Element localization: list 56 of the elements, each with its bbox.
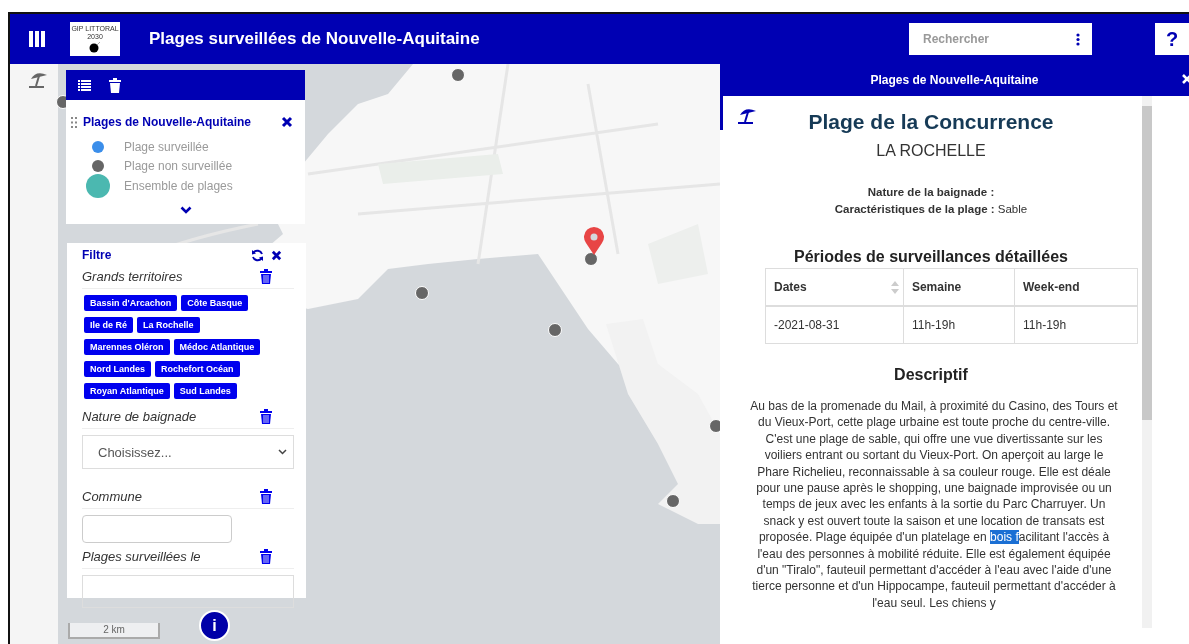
- clear-icon[interactable]: [260, 269, 272, 284]
- chevron-down-icon: [278, 449, 287, 455]
- territory-tag[interactable]: Côte Basque: [181, 295, 249, 311]
- table-cell: -2021-08-31: [765, 306, 904, 344]
- territory-tag[interactable]: La Rochelle: [137, 317, 200, 333]
- territory-tag[interactable]: Marennes Oléron: [84, 339, 170, 355]
- legend-label: Plage surveillée: [124, 139, 209, 154]
- filter-label: Grands territoires: [82, 269, 183, 284]
- territory-tag[interactable]: Rochefort Océan: [155, 361, 240, 377]
- scrollbar[interactable]: [1142, 96, 1152, 628]
- territory-tag[interactable]: Nord Landes: [84, 361, 151, 377]
- territory-tag[interactable]: Sud Landes: [173, 383, 237, 399]
- close-icon[interactable]: [281, 116, 293, 128]
- trash-icon[interactable]: [109, 77, 121, 93]
- menu-icon[interactable]: [28, 30, 46, 48]
- chevron-down-icon[interactable]: [179, 205, 192, 214]
- scale-bar: 2 km: [68, 623, 160, 639]
- territory-tag[interactable]: Bassin d'Arcachon: [84, 295, 178, 311]
- app-title: Plages surveillées de Nouvelle-Aquitaine: [149, 29, 481, 49]
- beach-field: Nature de la baignade :: [834, 184, 1028, 201]
- column-header: Week-end: [1014, 268, 1138, 306]
- legend-label: Ensemble de plages: [124, 178, 233, 193]
- layer-title: Plages de Nouvelle-Aquitaine: [83, 115, 253, 129]
- territory-tag[interactable]: Médoc Atlantique: [173, 339, 261, 355]
- clear-icon[interactable]: [260, 489, 272, 504]
- beach-field: Caractéristiques de la plage : Sable: [834, 201, 1028, 218]
- section-heading: Descriptif: [894, 366, 968, 384]
- legend-label: Plage non surveillée: [124, 159, 233, 174]
- filter-title: Filtre: [82, 248, 113, 262]
- help-button[interactable]: ?: [1155, 23, 1189, 55]
- kebab-menu-icon[interactable]: [1076, 32, 1080, 46]
- table-cell: 11h-19h: [1014, 306, 1138, 344]
- drag-handle-icon[interactable]: [71, 116, 77, 128]
- beach-name: Plage de la Concurrence: [808, 110, 1054, 134]
- close-icon[interactable]: [271, 249, 282, 261]
- section-heading: Périodes de surveillances détaillées: [794, 248, 1068, 266]
- filter-label: Commune: [82, 489, 142, 504]
- list-icon[interactable]: [78, 79, 91, 91]
- ball-icon: [89, 41, 101, 53]
- column-header: Semaine: [903, 268, 1015, 306]
- filter-label: Nature de baignade: [82, 409, 197, 424]
- select-field[interactable]: Choisissez...: [82, 435, 294, 469]
- table-cell: 11h-19h: [903, 306, 1015, 344]
- search-box[interactable]: Rechercher: [909, 23, 1092, 55]
- commune-name: LA ROCHELLE: [876, 142, 986, 160]
- input-field[interactable]: [82, 515, 232, 543]
- panel-title: Plages de Nouvelle-Aquitaine: [870, 73, 1039, 87]
- territory-tag[interactable]: Royan Atlantique: [84, 383, 170, 399]
- clear-icon[interactable]: [260, 549, 272, 564]
- territory-tag[interactable]: Ile de Ré: [84, 317, 133, 333]
- refresh-icon[interactable]: [251, 248, 264, 262]
- date-field[interactable]: [82, 575, 294, 608]
- column-header[interactable]: Dates: [765, 268, 904, 306]
- clear-icon[interactable]: [260, 409, 272, 424]
- filter-label: Plages surveillées le: [82, 549, 201, 564]
- location-pin-icon[interactable]: [583, 227, 605, 255]
